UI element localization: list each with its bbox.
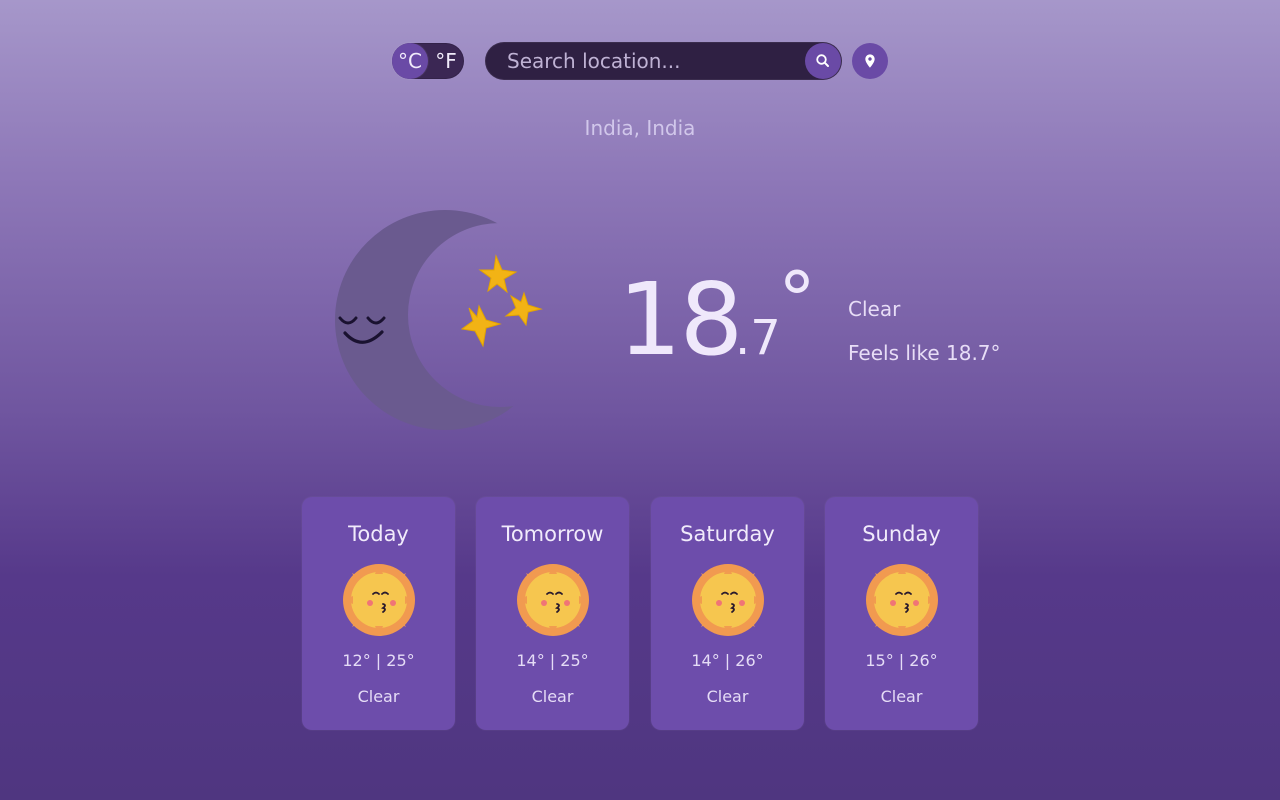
forecast: Today 12° | 25° Clear Tomorrow 14° | 25°… (302, 497, 978, 730)
forecast-card-tomorrow: Tomorrow 14° | 25° Clear (476, 497, 629, 730)
forecast-condition: Clear (357, 687, 400, 706)
current-temperature: 18 .7 ° (618, 261, 848, 380)
search-icon (815, 53, 831, 69)
sun-icon (865, 563, 939, 637)
forecast-card-saturday: Saturday 14° | 26° Clear (651, 497, 804, 730)
search-bar (485, 42, 842, 80)
search-button[interactable] (805, 43, 841, 79)
temperature-degree-symbol: ° (778, 255, 816, 344)
location-pin-icon (862, 53, 878, 69)
sun-icon (342, 563, 416, 637)
forecast-temps: 14° | 25° (516, 651, 589, 670)
forecast-condition: Clear (880, 687, 923, 706)
search-input[interactable] (485, 42, 805, 80)
sun-icon (516, 563, 590, 637)
celsius-option[interactable]: °C (392, 43, 428, 79)
forecast-day: Today (348, 522, 409, 546)
forecast-temps: 14° | 26° (691, 651, 764, 670)
fahrenheit-option[interactable]: °F (428, 43, 464, 79)
moon-with-stars-icon (330, 200, 570, 440)
forecast-temps: 12° | 25° (342, 651, 415, 670)
temperature-integer: 18 (618, 261, 743, 378)
sun-icon (691, 563, 765, 637)
feels-like: Feels like 18.7° (848, 341, 1001, 365)
forecast-temps: 15° | 26° (865, 651, 938, 670)
forecast-card-today: Today 12° | 25° Clear (302, 497, 455, 730)
forecast-condition: Clear (531, 687, 574, 706)
forecast-card-sunday: Sunday 15° | 26° Clear (825, 497, 978, 730)
forecast-day: Sunday (862, 522, 941, 546)
current-condition: Clear (848, 297, 901, 321)
unit-toggle[interactable]: °C °F (392, 43, 464, 79)
location-button[interactable] (852, 43, 888, 79)
temperature-decimal: .7 (735, 310, 781, 366)
location-name: India, India (584, 116, 696, 140)
forecast-condition: Clear (706, 687, 749, 706)
forecast-day: Tomorrow (501, 522, 604, 546)
forecast-day: Saturday (680, 522, 775, 546)
